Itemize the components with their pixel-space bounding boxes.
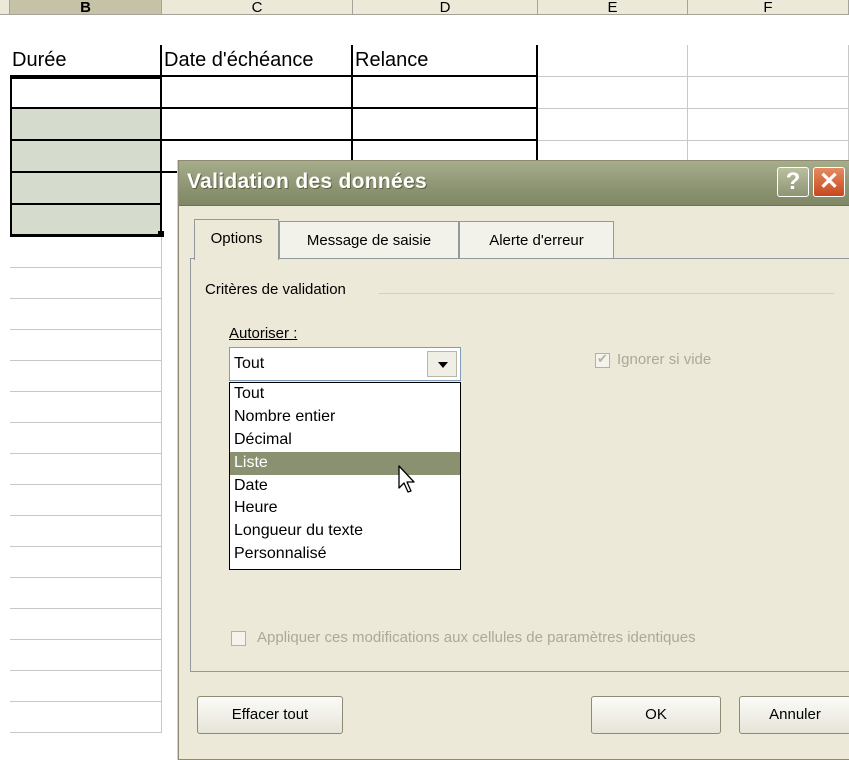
cancel-button[interactable]: Annuler: [739, 696, 849, 734]
cell-header-relance[interactable]: Relance: [353, 45, 538, 77]
cell[interactable]: [10, 640, 162, 671]
table-row: Durée Date d'échéance Relance: [0, 45, 849, 77]
dropdown-option-liste[interactable]: Liste: [230, 451, 460, 475]
allow-dropdown-list: Tout Nombre entier Décimal Liste Date He…: [229, 382, 461, 570]
column-header-c[interactable]: C: [162, 0, 353, 15]
column-header-e[interactable]: E: [538, 0, 688, 15]
dropdown-option-nombre-entier[interactable]: Nombre entier: [230, 406, 460, 429]
cell[interactable]: [10, 109, 162, 141]
dropdown-option-personnalise[interactable]: Personnalisé: [230, 543, 460, 566]
table-row: [0, 77, 849, 109]
allow-label: Autoriser :: [229, 325, 298, 342]
cell[interactable]: [10, 547, 162, 578]
cell[interactable]: [10, 485, 162, 516]
cell[interactable]: [10, 454, 162, 485]
cell[interactable]: [10, 141, 162, 173]
chevron-down-icon[interactable]: [427, 351, 457, 377]
ok-button[interactable]: OK: [591, 696, 721, 734]
close-button[interactable]: ✕: [813, 167, 845, 197]
cell[interactable]: [10, 268, 162, 299]
validation-criteria-label: Critères de validation: [205, 281, 352, 298]
cell[interactable]: [538, 45, 688, 77]
cell[interactable]: [688, 109, 849, 141]
fill-handle[interactable]: [158, 231, 164, 237]
dialog-titlebar[interactable]: Validation des données ? ✕: [179, 161, 849, 206]
corner-cell[interactable]: [0, 0, 10, 15]
dropdown-option-decimal[interactable]: Décimal: [230, 429, 460, 452]
column-header-b[interactable]: B: [10, 0, 162, 15]
cell[interactable]: [162, 77, 353, 109]
cell[interactable]: [353, 109, 538, 141]
cell[interactable]: [162, 109, 353, 141]
help-button[interactable]: ?: [777, 167, 809, 197]
tab-alerte-erreur[interactable]: Alerte d'erreur: [459, 221, 614, 259]
cell[interactable]: [10, 392, 162, 423]
cell[interactable]: [688, 77, 849, 109]
cell[interactable]: [10, 516, 162, 547]
tab-options[interactable]: Options: [194, 219, 279, 260]
dropdown-option-heure[interactable]: Heure: [230, 497, 460, 520]
allow-select[interactable]: Tout: [229, 347, 461, 381]
cell[interactable]: [10, 299, 162, 330]
cell-header-duree[interactable]: Durée: [10, 45, 162, 77]
cell[interactable]: [10, 173, 162, 205]
cell[interactable]: [10, 609, 162, 640]
cell[interactable]: [10, 578, 162, 609]
ignore-blank-label: Ignorer si vide: [617, 351, 712, 368]
allow-select-value: Tout: [234, 355, 265, 372]
cell[interactable]: [538, 77, 688, 109]
cell[interactable]: [10, 702, 162, 733]
dialog-title: Validation des données: [187, 170, 427, 193]
ignore-blank-checkbox[interactable]: [595, 351, 610, 368]
cell[interactable]: [538, 109, 688, 141]
apply-same-settings-label: Appliquer ces modifications aux cellules…: [257, 629, 696, 646]
cell[interactable]: [10, 77, 162, 109]
cell[interactable]: [10, 237, 162, 268]
column-header-f[interactable]: F: [688, 0, 849, 15]
cell[interactable]: [10, 330, 162, 361]
dropdown-option-date[interactable]: Date: [230, 475, 460, 498]
table-row: [0, 109, 849, 141]
group-divider: [379, 293, 834, 294]
cell-header-date-echeance[interactable]: Date d'échéance: [162, 45, 353, 77]
cell[interactable]: [688, 45, 849, 77]
dropdown-option-tout[interactable]: Tout: [230, 383, 460, 406]
cell[interactable]: [10, 423, 162, 454]
cell[interactable]: [10, 205, 162, 237]
data-validation-dialog: Validation des données ? ✕ Options Messa…: [178, 160, 849, 760]
cell[interactable]: [10, 361, 162, 392]
column-header-d[interactable]: D: [353, 0, 538, 15]
cell[interactable]: [353, 77, 538, 109]
clear-all-button[interactable]: Effacer tout: [197, 696, 343, 734]
dropdown-option-longueur-texte[interactable]: Longueur du texte: [230, 520, 460, 543]
cell[interactable]: [10, 671, 162, 702]
tab-message-saisie[interactable]: Message de saisie: [279, 221, 459, 259]
apply-same-settings-checkbox[interactable]: [231, 631, 246, 646]
